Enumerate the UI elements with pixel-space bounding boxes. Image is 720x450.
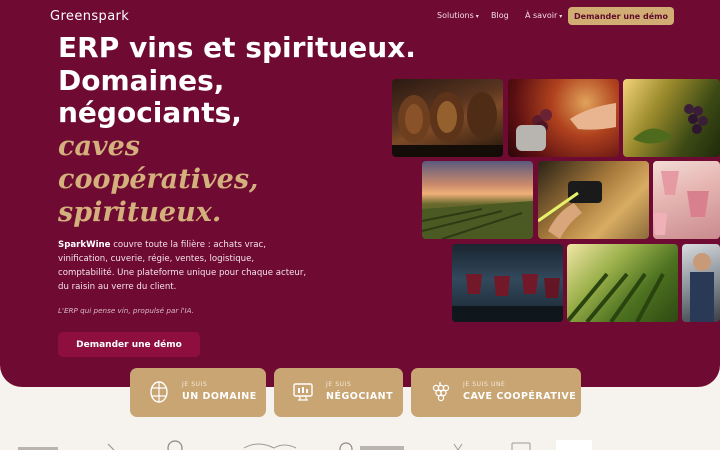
headline-accent-line: caves (58, 130, 141, 162)
hero-description: SparkWine couvre toute la filière : acha… (58, 238, 308, 294)
nav-a-savoir-label: À savoir (525, 11, 558, 20)
partner-logo (453, 443, 463, 450)
hero-demo-button[interactable]: Demander une démo (58, 332, 200, 357)
photo-person-edge (682, 244, 720, 322)
monitor-bottles-icon (293, 383, 313, 401)
photo-robot-hand (508, 79, 619, 157)
hero-section: Greenspark Solutions ▾ Blog À savoir ▾ Dem… (0, 0, 720, 387)
grapes-icon (432, 382, 450, 402)
hero-headline: ERP vins et spiritueux. Domaines, négoci… (58, 31, 428, 229)
photo-vineyard-rows (567, 244, 678, 322)
nav-a-savoir[interactable]: À savoir ▾ (525, 11, 562, 20)
card-small-label: JE SUIS (182, 381, 208, 388)
wine-barrel-icon (150, 381, 168, 403)
headline-accent-line: spiritueux. (58, 196, 222, 228)
photo-vineyard-sunset (422, 161, 533, 239)
partner-logo (556, 440, 592, 450)
nav-solutions[interactable]: Solutions ▾ (437, 11, 479, 20)
brand-name: SparkWine (58, 240, 111, 250)
photo-wine-glasses (452, 244, 563, 322)
card-domaine[interactable]: JE SUIS UN DOMAINE (130, 368, 266, 417)
headline-line: ERP vins et spiritueux. (58, 31, 416, 64)
photo-scanner (538, 161, 649, 239)
partner-logo (167, 440, 183, 450)
headline-accent-line: coopératives, (58, 163, 259, 195)
card-title: NÉGOCIANT (326, 391, 394, 402)
nav-demo-button[interactable]: Demander une démo (568, 7, 674, 25)
hero-tagline: L'ERP qui pense vin, propulsé par l'IA. (58, 306, 195, 315)
partner-logo (339, 442, 353, 450)
card-title: CAVE COOPÉRATIVE (463, 391, 577, 402)
chevron-down-icon: ▾ (559, 13, 563, 20)
card-negociant[interactable]: JE SUIS NÉGOCIANT (274, 368, 403, 417)
photo-rose-glasses (653, 161, 720, 239)
chevron-down-icon: ▾ (475, 13, 479, 20)
photo-grapes-sun (623, 79, 720, 157)
partner-logo (107, 443, 115, 450)
partner-logo (243, 443, 297, 449)
card-title: UN DOMAINE (182, 391, 257, 402)
nav-blog-label: Blog (491, 11, 509, 20)
card-cave-cooperative[interactable]: JE SUIS UNE CAVE COOPÉRATIVE (411, 368, 581, 417)
nav-solutions-label: Solutions (437, 11, 474, 20)
partner-logos-strip (18, 440, 592, 450)
site-logo[interactable]: Greenspark (50, 9, 129, 24)
partner-logo (511, 442, 531, 450)
headline-line: négociants, (58, 96, 242, 129)
headline-line: Domaines, (58, 63, 225, 97)
partner-logo (360, 446, 404, 450)
photo-barrels (392, 79, 503, 157)
card-small-label: JE SUIS (326, 381, 352, 388)
card-small-label: JE SUIS UNE (463, 381, 506, 388)
nav-blog[interactable]: Blog (491, 11, 509, 20)
